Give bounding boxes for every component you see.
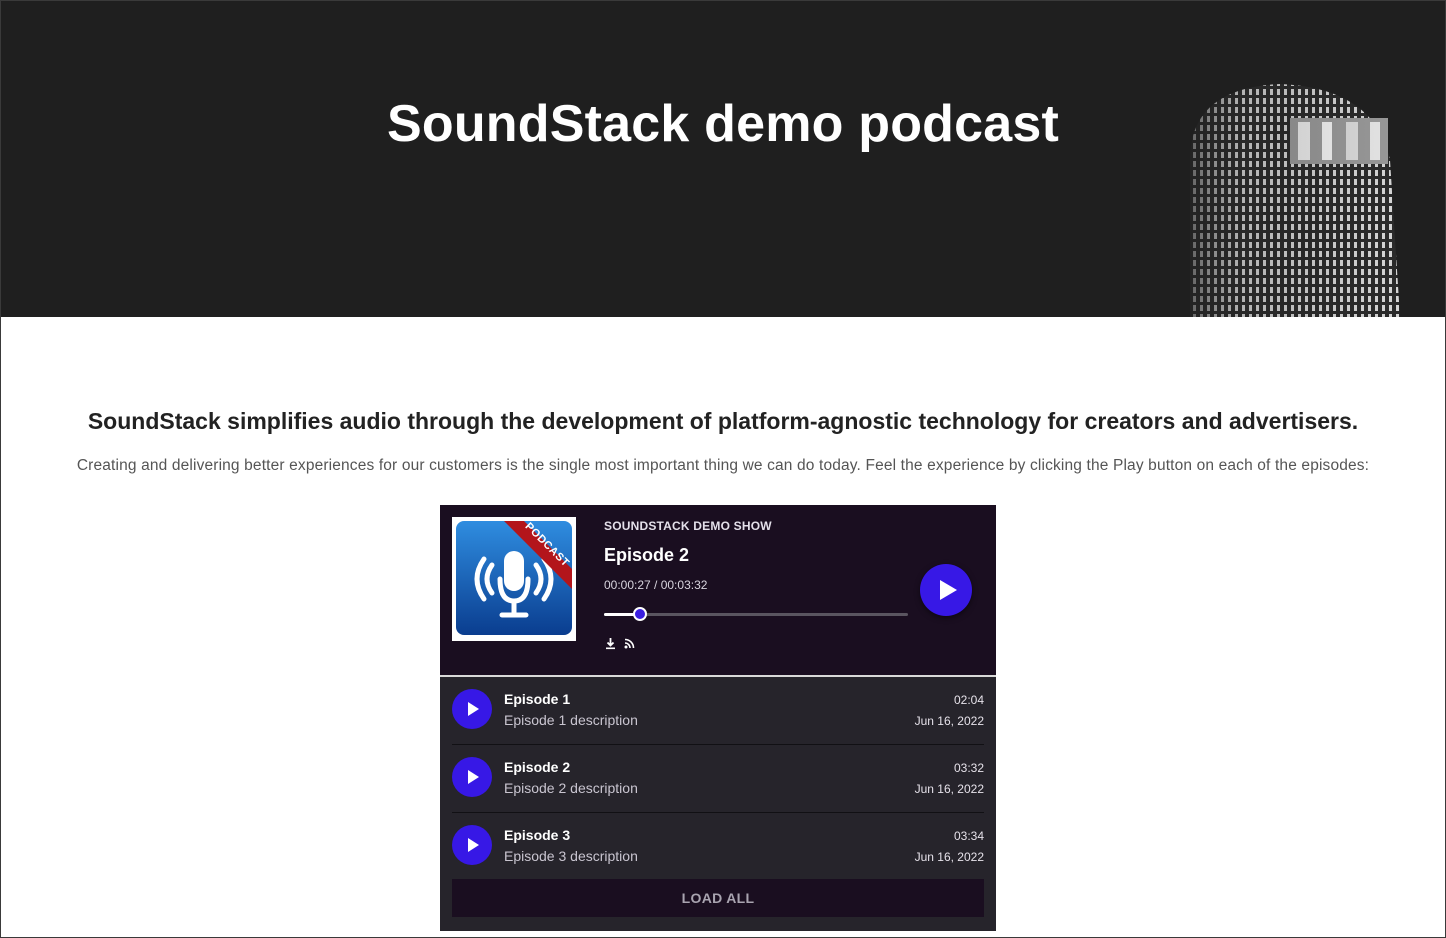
playback-time: 00:00:27 / 00:03:32: [604, 578, 708, 592]
rss-icon[interactable]: [623, 637, 636, 650]
now-playing-panel: PODCAST SOUNDSTACK DEMO SHOW Episode 2 0…: [440, 505, 996, 675]
intro-headline: SoundStack simplifies audio through the …: [87, 408, 1359, 434]
episode-date: Jun 16, 2022: [914, 782, 984, 796]
play-icon: [940, 580, 957, 600]
current-episode-title: Episode 2: [604, 545, 690, 565]
play-icon: [468, 770, 479, 784]
episode-duration: 03:34: [953, 829, 984, 843]
episode-description: Episode 3 description: [504, 848, 638, 864]
episode-date: Jun 16, 2022: [914, 714, 984, 728]
episode-title: Episode 1: [504, 691, 571, 707]
hero-banner: SoundStack demo podcast: [0, 0, 1446, 317]
episode-row-3[interactable]: Episode 3 Episode 3 description 03:34 Ju…: [452, 813, 984, 880]
episode-1-play-button[interactable]: [452, 689, 492, 729]
episode-3-play-button[interactable]: [452, 825, 492, 865]
episode-duration: 02:04: [953, 693, 984, 707]
podcast-cover-art: PODCAST: [452, 517, 576, 641]
podcast-player: PODCAST SOUNDSTACK DEMO SHOW Episode 2 0…: [440, 505, 996, 931]
page-title: SoundStack demo podcast: [386, 95, 1060, 153]
episode-row-2[interactable]: Episode 2 Episode 2 description 03:32 Ju…: [452, 745, 984, 813]
episode-date: Jun 16, 2022: [914, 850, 984, 864]
main-play-button[interactable]: [920, 564, 972, 616]
progress-handle[interactable]: [633, 607, 648, 621]
progress-slider[interactable]: [604, 607, 908, 621]
show-name: SOUNDSTACK DEMO SHOW: [604, 519, 772, 533]
play-icon: [468, 702, 479, 716]
podcast-microphone-icon: [456, 521, 572, 635]
download-icon[interactable]: [604, 637, 617, 650]
episode-title: Episode 3: [504, 827, 571, 843]
episode-list: Episode 1 Episode 1 description 02:04 Ju…: [452, 677, 984, 880]
episode-2-play-button[interactable]: [452, 757, 492, 797]
episode-description: Episode 1 description: [504, 712, 638, 728]
episode-title: Episode 2: [504, 759, 571, 775]
episode-duration: 03:32: [953, 761, 984, 775]
episode-row-1[interactable]: Episode 1 Episode 1 description 02:04 Ju…: [452, 677, 984, 745]
episode-description: Episode 2 description: [504, 780, 638, 796]
load-all-button[interactable]: LOAD ALL: [452, 879, 984, 917]
play-icon: [468, 838, 479, 852]
intro-description: Creating and delivering better experienc…: [76, 457, 1370, 474]
player-actions: [604, 637, 636, 650]
